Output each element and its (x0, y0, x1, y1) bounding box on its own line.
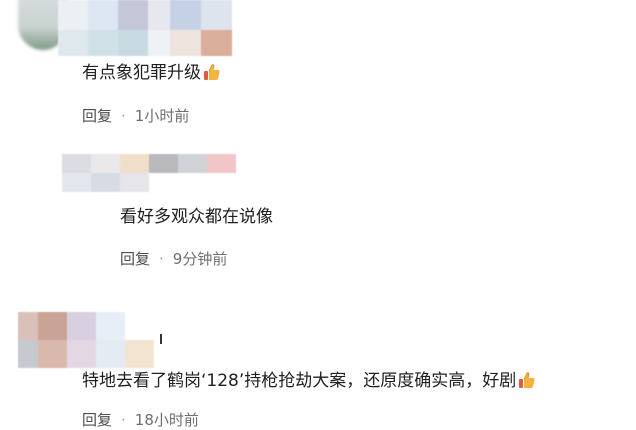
comment-text: 有点象犯罪升级 (82, 62, 221, 84)
comment-time: 9分钟前 (172, 250, 228, 268)
comment-time: 18小时前 (134, 411, 199, 429)
reply-button[interactable]: 回复 (82, 106, 112, 126)
avatar[interactable] (18, 312, 168, 368)
meta-separator: · (121, 411, 126, 429)
reply-button[interactable]: 回复 (120, 249, 150, 269)
meta-separator: · (159, 250, 164, 268)
username-mark (160, 334, 162, 344)
comment-meta: 回复 · 9分钟前 (120, 249, 227, 269)
thumbs-up-icon (518, 371, 536, 389)
comment-item-3: 特地去看了鹤岗‘128’持枪抢劫大案，还原度确实高，好剧 回复 · 18小时前 (0, 312, 636, 429)
comment-meta: 回复 · 1小时前 (82, 106, 189, 126)
comment-item-2: 看好多观众都在说像 回复 · 9分钟前 (0, 150, 636, 280)
comment-text-content: 有点象犯罪升级 (82, 63, 201, 83)
comment-meta: 回复 · 18小时前 (82, 410, 199, 430)
comment-text: 特地去看了鹤岗‘128’持枪抢劫大案，还原度确实高，好剧 (82, 370, 536, 392)
thumbs-up-icon (203, 63, 221, 81)
reply-button[interactable]: 回复 (82, 410, 112, 430)
comment-text: 看好多观众都在说像 (120, 206, 273, 228)
comment-text-content: 特地去看了鹤岗‘128’持枪抢劫大案，还原度确实高，好剧 (82, 371, 517, 391)
comment-item-1: 有点象犯罪升级 回复 · 1小时前 (0, 0, 636, 140)
comment-time: 1小时前 (134, 107, 190, 125)
username-blurred[interactable] (62, 154, 262, 192)
meta-separator: · (121, 107, 126, 125)
username-blurred-2[interactable] (170, 0, 232, 56)
comment-text-content: 看好多观众都在说像 (120, 207, 273, 227)
